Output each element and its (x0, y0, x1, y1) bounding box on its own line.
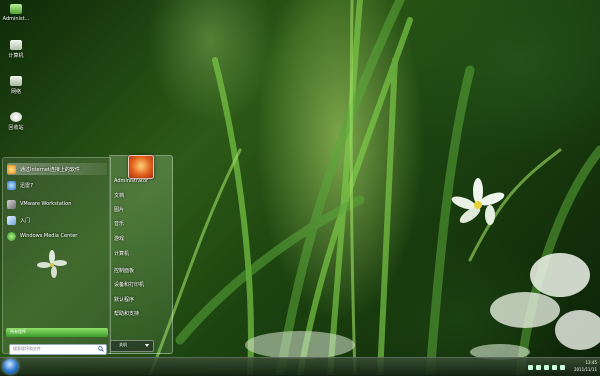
tray-flag-icon[interactable] (528, 364, 533, 370)
search-input[interactable]: 搜索程序和文件 (9, 344, 107, 355)
shutdown-button[interactable]: 关机 (110, 340, 154, 352)
start-menu-item-xunlei[interactable]: 迅雷7 (7, 179, 107, 191)
folder-icon (10, 4, 22, 14)
getting-started-icon (7, 215, 16, 225)
start-menu-link-games[interactable]: 游戏 (114, 235, 124, 242)
start-menu-link-music[interactable]: 音乐 (114, 220, 124, 227)
start-menu-item-vmware[interactable]: VMware Workstation (7, 198, 107, 210)
start-menu-item-media-center[interactable]: Windows Media Center (7, 230, 107, 242)
all-programs-button[interactable]: 所有程序 (6, 328, 108, 337)
clock-date: 2011/11/11 (573, 367, 597, 372)
start-menu-link-devices-printers[interactable]: 设备和打印机 (114, 281, 144, 288)
tray-keyboard-icon[interactable] (560, 364, 565, 370)
vmware-icon (7, 199, 16, 209)
white-flower-icon (451, 178, 505, 225)
tray-app-icon[interactable] (552, 364, 557, 370)
system-tray (528, 358, 568, 376)
network-icon (10, 76, 22, 86)
start-menu-link-documents[interactable]: 文档 (114, 192, 124, 199)
recycle-bin-icon (10, 112, 22, 122)
start-button[interactable] (3, 359, 18, 374)
taskbar: 13:45 2011/11/11 (0, 357, 600, 376)
globe-icon (7, 164, 16, 174)
start-menu-item-internet-software[interactable]: 通过Internet连接上的软件 (7, 163, 107, 175)
thunder-icon (7, 180, 16, 190)
taskbar-clock[interactable]: 13:45 2011/11/11 (574, 359, 597, 373)
start-menu-link-help-support[interactable]: 帮助和支持 (114, 310, 139, 317)
start-menu-item-getting-started[interactable]: 入门 (7, 214, 107, 226)
all-programs-label: 所有程序 (10, 329, 26, 334)
media-center-icon (7, 231, 16, 241)
tray-volume-icon[interactable] (544, 364, 549, 370)
start-menu-link-default-programs[interactable]: 默认程序 (114, 296, 134, 303)
desktop-icon-recycle-bin[interactable]: 回收站 (0, 112, 32, 131)
desktop-icon-administrator[interactable]: Administ... (0, 4, 32, 22)
user-avatar[interactable] (128, 155, 154, 179)
search-icon (98, 346, 104, 352)
desktop-icon-network[interactable]: 网络 (0, 76, 32, 95)
start-menu-user-name[interactable]: Administrator (114, 178, 148, 184)
clock-time: 13:45 (585, 360, 597, 365)
computer-icon (10, 40, 22, 50)
start-menu-link-pictures[interactable]: 图片 (114, 206, 124, 213)
chevron-down-icon[interactable] (145, 344, 149, 347)
tray-network-icon[interactable] (536, 364, 541, 370)
desktop-icon-computer[interactable]: 计算机 (0, 40, 32, 59)
start-menu: 通过Internet连接上的软件 迅雷7 VMware Workstation … (2, 155, 173, 355)
start-menu-programs-pane: 通过Internet连接上的软件 迅雷7 VMware Workstation … (2, 157, 111, 355)
search-placeholder: 搜索程序和文件 (13, 346, 41, 351)
shutdown-label: 关机 (119, 342, 127, 347)
start-menu-link-control-panel[interactable]: 控制面板 (114, 267, 134, 274)
start-menu-link-computer[interactable]: 计算机 (114, 250, 129, 257)
